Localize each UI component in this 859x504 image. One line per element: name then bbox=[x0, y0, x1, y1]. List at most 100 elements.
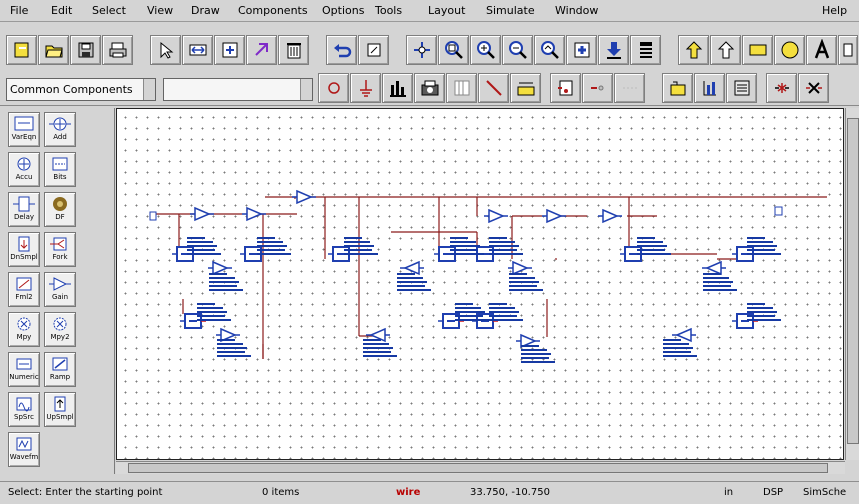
status-items-count: 0 items bbox=[262, 487, 300, 498]
library-combo[interactable]: Common Components bbox=[6, 78, 156, 101]
up-arrow-icon[interactable] bbox=[678, 35, 709, 65]
grid-icon[interactable] bbox=[446, 73, 477, 103]
node-icon[interactable] bbox=[614, 73, 645, 103]
palette-dnsmpl[interactable]: DnSmpl bbox=[8, 232, 40, 267]
pan-icon[interactable] bbox=[566, 35, 597, 65]
schematic-canvas[interactable] bbox=[116, 108, 844, 460]
palette-ramp[interactable]: Ramp bbox=[44, 352, 76, 387]
palette-label: Mpy2 bbox=[50, 333, 70, 341]
palette-df[interactable]: DF bbox=[44, 192, 76, 227]
insert-icon[interactable] bbox=[406, 35, 437, 65]
palette-label: DnSmpl bbox=[10, 253, 38, 261]
menu-help[interactable]: Help bbox=[822, 4, 847, 18]
horizontal-scroll-thumb[interactable] bbox=[128, 463, 828, 473]
edge-icon[interactable] bbox=[838, 35, 858, 65]
menu-bar: File Edit Select View Draw Components Op… bbox=[0, 0, 859, 22]
palette-label: Accu bbox=[15, 173, 33, 181]
menu-components[interactable]: Components bbox=[238, 4, 308, 18]
arc-icon[interactable] bbox=[318, 73, 349, 103]
palette-label: Wavefm bbox=[9, 453, 39, 461]
palette-add[interactable]: Add bbox=[44, 112, 76, 147]
palette-label: Ramp bbox=[49, 373, 71, 381]
select-arrow-icon[interactable] bbox=[150, 35, 181, 65]
bar-graph-icon[interactable] bbox=[694, 73, 725, 103]
status-domain: DSP bbox=[763, 487, 784, 498]
menu-draw[interactable]: Draw bbox=[191, 4, 220, 18]
horizontal-scrollbar[interactable] bbox=[116, 461, 845, 474]
palette-vareqn[interactable]: VarEqn bbox=[8, 112, 40, 147]
status-bar: Select: Enter the starting point 0 items… bbox=[0, 481, 859, 504]
palette-fork[interactable]: Fork bbox=[44, 232, 76, 267]
zoom-area-icon[interactable] bbox=[438, 35, 469, 65]
menu-layout[interactable]: Layout bbox=[428, 4, 465, 18]
print-icon[interactable] bbox=[102, 35, 133, 65]
palette-label: UpSmpl bbox=[46, 413, 74, 421]
palette-delay[interactable]: Delay bbox=[8, 192, 40, 227]
vertical-scrollbar[interactable] bbox=[845, 108, 859, 460]
status-coordinates: 33.750, -10.750 bbox=[470, 487, 550, 498]
split-icon[interactable] bbox=[582, 73, 613, 103]
component-combo[interactable] bbox=[163, 78, 313, 101]
palette-label: Numeric bbox=[9, 373, 39, 381]
menu-edit[interactable]: Edit bbox=[51, 4, 72, 18]
wire-icon[interactable] bbox=[478, 73, 509, 103]
menu-select[interactable]: Select bbox=[92, 4, 126, 18]
vertical-scroll-thumb[interactable] bbox=[847, 118, 859, 444]
component-palette: VarEqn Add Accu Bits Delay DF DnSmpl For… bbox=[0, 108, 115, 474]
zoom-in-icon[interactable] bbox=[470, 35, 501, 65]
component-toolbar: Common Components bbox=[0, 70, 859, 106]
circle-icon[interactable] bbox=[774, 35, 805, 65]
zoom-previous-icon[interactable] bbox=[534, 35, 565, 65]
numeric-icon bbox=[16, 358, 32, 370]
palette-accu[interactable]: Accu bbox=[8, 152, 40, 187]
chevron-down-icon[interactable] bbox=[143, 79, 155, 100]
bar-chart-icon[interactable] bbox=[382, 73, 413, 103]
palette-numeric[interactable]: Numeric bbox=[8, 352, 40, 387]
palette-mpy2[interactable]: Mpy2 bbox=[44, 312, 76, 347]
connector-icon[interactable] bbox=[662, 73, 693, 103]
rectangle-icon[interactable] bbox=[742, 35, 773, 65]
palette-bits[interactable]: Bits bbox=[44, 152, 76, 187]
counter-icon[interactable] bbox=[726, 73, 757, 103]
pop-up-icon[interactable] bbox=[630, 35, 661, 65]
open-folder-icon[interactable] bbox=[38, 35, 69, 65]
menu-simulate[interactable]: Simulate bbox=[486, 4, 535, 18]
downsample-icon bbox=[18, 236, 30, 252]
multiply2-icon bbox=[53, 317, 67, 331]
text-icon[interactable] bbox=[806, 35, 837, 65]
bus-icon[interactable] bbox=[510, 73, 541, 103]
palette-spsrc[interactable]: SpSrc bbox=[8, 392, 40, 427]
redo-icon[interactable] bbox=[358, 35, 389, 65]
component-blocks bbox=[149, 190, 783, 363]
port-icon[interactable] bbox=[550, 73, 581, 103]
palette-label: DF bbox=[55, 213, 65, 221]
palette-upsmpl[interactable]: UpSmpl bbox=[44, 392, 76, 427]
fit-width-icon[interactable] bbox=[182, 35, 213, 65]
fit-all-icon[interactable] bbox=[214, 35, 245, 65]
save-icon[interactable] bbox=[70, 35, 101, 65]
menu-file[interactable]: File bbox=[10, 4, 28, 18]
menu-window[interactable]: Window bbox=[555, 4, 598, 18]
palette-mpy[interactable]: Mpy bbox=[8, 312, 40, 347]
delay-star-icon[interactable] bbox=[766, 73, 797, 103]
chevron-down-icon[interactable] bbox=[300, 79, 312, 100]
menu-tools[interactable]: Tools bbox=[375, 4, 402, 18]
trash-icon[interactable] bbox=[278, 35, 309, 65]
rotate-icon[interactable] bbox=[246, 35, 277, 65]
menu-options[interactable]: Options bbox=[322, 4, 364, 18]
simulate-icon[interactable] bbox=[414, 73, 445, 103]
ground-icon[interactable] bbox=[350, 73, 381, 103]
zoom-out-icon[interactable] bbox=[502, 35, 533, 65]
bits-icon bbox=[52, 157, 68, 171]
new-file-icon[interactable] bbox=[6, 35, 37, 65]
fork-icon bbox=[50, 237, 67, 251]
push-down-icon[interactable] bbox=[598, 35, 629, 65]
add-icon bbox=[49, 117, 71, 131]
palette-gain[interactable]: Gain bbox=[44, 272, 76, 307]
x-mark-icon[interactable] bbox=[798, 73, 829, 103]
up-hierarchy-icon[interactable] bbox=[710, 35, 741, 65]
palette-wavefm[interactable]: Wavefm bbox=[8, 432, 40, 467]
undo-icon[interactable] bbox=[326, 35, 357, 65]
menu-view[interactable]: View bbox=[147, 4, 173, 18]
palette-fml2[interactable]: Fml2 bbox=[8, 272, 40, 307]
